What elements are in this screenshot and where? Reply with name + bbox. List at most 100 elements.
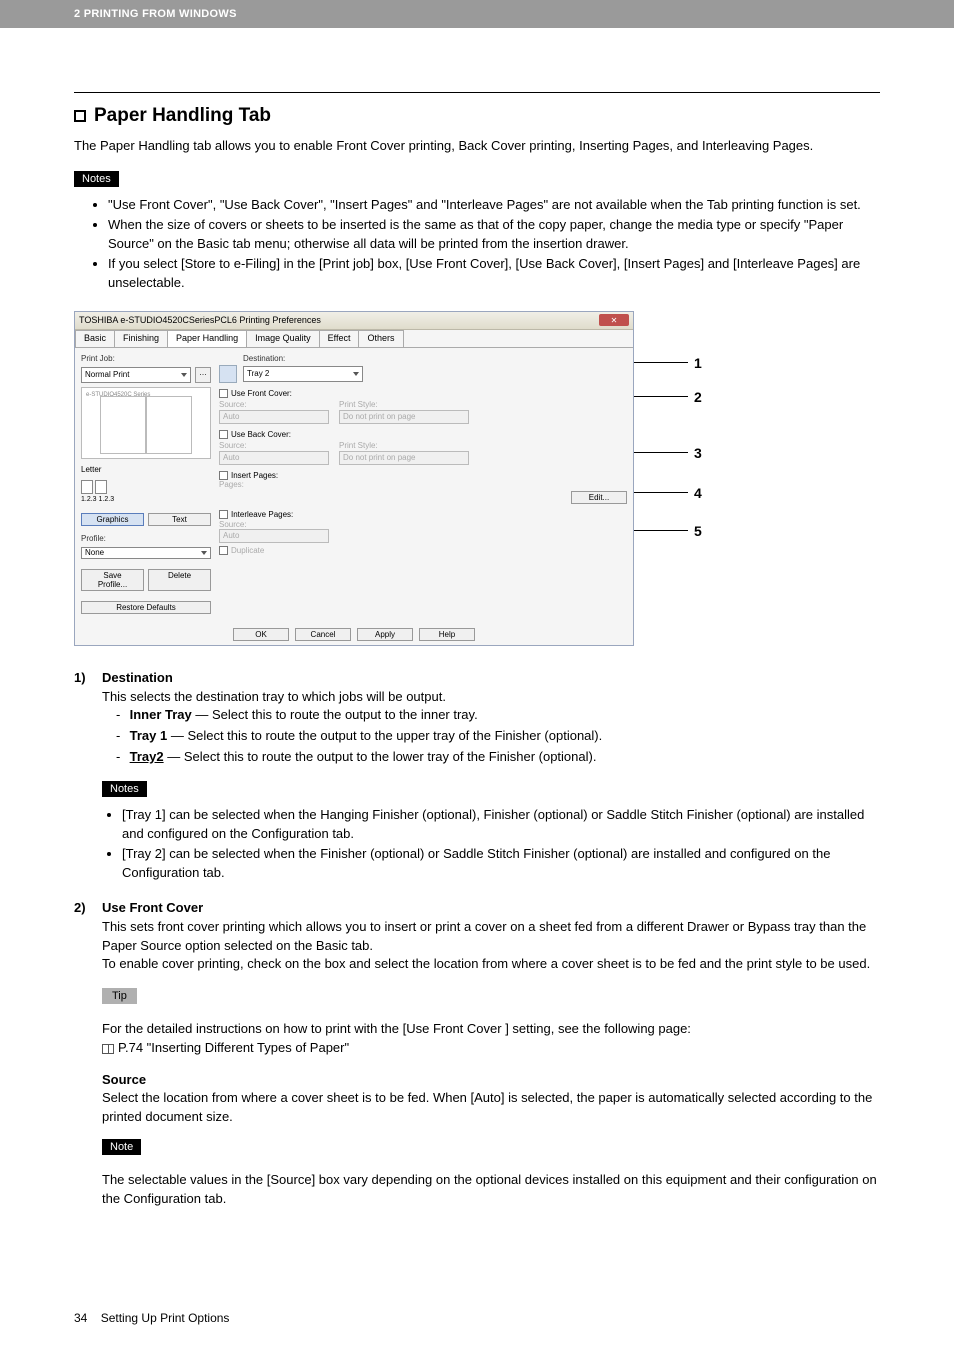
back-source-label: Source: (219, 441, 329, 450)
source-heading: Source (102, 1072, 880, 1087)
dialog-tabs: Basic Finishing Paper Handling Image Qua… (75, 330, 633, 348)
dialog-footer: OK Cancel Apply Help (75, 628, 633, 641)
profile-dropdown[interactable]: None (81, 547, 211, 559)
chapter-header-text: 2 PRINTING FROM WINDOWS (74, 8, 237, 20)
use-back-cover-group: Use Back Cover: Source: Auto Print Style… (219, 430, 627, 465)
note-item: [Tray 1] can be selected when the Hangin… (122, 805, 880, 844)
help-button[interactable]: Help (419, 628, 475, 641)
source-paragraph: Select the location from where a cover s… (102, 1089, 880, 1127)
print-job-label: Print Job: (81, 354, 211, 363)
front-source-label: Source: (219, 400, 329, 409)
front-cover-checkbox[interactable] (219, 389, 228, 398)
print-job-value: Normal Print (85, 370, 129, 379)
interleave-source-dropdown[interactable]: Auto (219, 529, 329, 543)
section-intro: The Paper Handling tab allows you to ena… (74, 137, 880, 155)
callout-5: 5 (694, 523, 702, 539)
tab-image-quality[interactable]: Image Quality (246, 330, 320, 347)
tip-line1: For the detailed instructions on how to … (102, 1020, 880, 1039)
option-tray2: - Tray2 — Select this to route the outpu… (116, 748, 880, 767)
destination-label: Destination: (243, 354, 627, 363)
profile-label: Profile: (81, 534, 211, 543)
page-icons-sub: 1.2.3 1.2.3 (81, 496, 211, 503)
chevron-down-icon (201, 551, 207, 555)
destination-dropdown[interactable]: Tray 2 (243, 366, 363, 382)
print-job-aux-button[interactable]: … (195, 367, 211, 383)
item-use-front-cover: 2) Use Front Cover This sets front cover… (74, 899, 880, 974)
dialog-title-text: TOSHIBA e-STUDIO4520CSeriesPCL6 Printing… (79, 315, 321, 325)
restore-defaults-button[interactable]: Restore Defaults (81, 601, 211, 614)
back-cover-checkbox[interactable] (219, 430, 228, 439)
item-term: Destination (102, 670, 173, 685)
delete-button[interactable]: Delete (148, 569, 211, 591)
note-item: [Tray 2] can be selected when the Finish… (122, 844, 880, 883)
interleave-source-label: Source: (219, 520, 247, 529)
notes-label: Notes (74, 171, 119, 187)
front-source-dropdown[interactable]: Auto (219, 410, 329, 424)
square-bullet-icon (74, 110, 86, 122)
page-icon (95, 480, 107, 494)
tab-others[interactable]: Others (358, 330, 403, 347)
graphics-button[interactable]: Graphics (81, 513, 144, 526)
insert-pages-checkbox[interactable] (219, 471, 228, 480)
item-term: Use Front Cover (102, 900, 203, 915)
text-button[interactable]: Text (148, 513, 211, 526)
section-heading: Paper Handling Tab (74, 105, 880, 127)
tip-label: Tip (102, 988, 137, 1004)
interleave-checkbox[interactable] (219, 510, 228, 519)
tab-basic[interactable]: Basic (75, 330, 115, 347)
back-source-dropdown[interactable]: Auto (219, 451, 329, 465)
interleave-title: Interleave Pages: (231, 510, 293, 519)
page-icons-row (81, 480, 211, 494)
note-label-3: Note (102, 1139, 141, 1155)
book-icon (102, 1044, 114, 1054)
tray2-link[interactable]: Tray2 (130, 749, 164, 764)
front-printstyle-label: Print Style: (339, 400, 469, 409)
note-item: If you select [Store to e-Filing] in the… (108, 254, 880, 293)
tab-finishing[interactable]: Finishing (114, 330, 168, 347)
chevron-down-icon (181, 373, 187, 377)
duplicate-checkbox[interactable] (219, 546, 228, 555)
callout-3: 3 (694, 445, 702, 461)
note-item: When the size of covers or sheets to be … (108, 215, 880, 254)
paper-size-label: Letter (81, 465, 211, 474)
back-printstyle-dropdown[interactable]: Do not print on page (339, 451, 469, 465)
front-printstyle-dropdown[interactable]: Do not print on page (339, 410, 469, 424)
back-cover-title: Use Back Cover: (231, 430, 291, 439)
duplicate-label: Duplicate (231, 546, 264, 555)
print-job-dropdown[interactable]: Normal Print (81, 367, 191, 383)
insert-pages-label: Pages: (219, 480, 627, 489)
tab-paper-handling[interactable]: Paper Handling (167, 330, 247, 347)
page-footer: 34 Setting Up Print Options (74, 1311, 229, 1325)
callout-1: 1 (694, 355, 702, 371)
tip-line2: P.74 "Inserting Different Types of Paper… (118, 1040, 349, 1055)
save-profile-button[interactable]: Save Profile... (81, 569, 144, 591)
printing-preferences-dialog: TOSHIBA e-STUDIO4520CSeriesPCL6 Printing… (74, 311, 634, 646)
dialog-titlebar: TOSHIBA e-STUDIO4520CSeriesPCL6 Printing… (75, 312, 633, 330)
cancel-button[interactable]: Cancel (295, 628, 351, 641)
item-p2: To enable cover printing, check on the b… (102, 956, 870, 971)
tray-icon (219, 365, 237, 383)
top-rule (74, 92, 880, 93)
item-number: 1) (74, 669, 86, 688)
chevron-down-icon (353, 372, 359, 376)
close-icon[interactable]: ✕ (599, 314, 629, 326)
profile-value: None (85, 548, 104, 557)
apply-button[interactable]: Apply (357, 628, 413, 641)
preview-area: e-STUDIO4520C Series (81, 387, 211, 459)
callout-4: 4 (694, 485, 702, 501)
note3-paragraph: The selectable values in the [Source] bo… (102, 1171, 880, 1209)
item-desc: This selects the destination tray to whi… (102, 689, 446, 704)
dialog-figure: TOSHIBA e-STUDIO4520CSeriesPCL6 Printing… (74, 311, 704, 651)
chapter-header: 2 PRINTING FROM WINDOWS (0, 0, 954, 28)
ok-button[interactable]: OK (233, 628, 289, 641)
option-tray1: - Tray 1 — Select this to route the outp… (116, 727, 880, 746)
callout-2: 2 (694, 389, 702, 405)
option-inner-tray: - Inner Tray — Select this to route the … (116, 706, 880, 725)
item-destination: 1) Destination This selects the destinat… (74, 669, 880, 767)
insert-edit-button[interactable]: Edit... (571, 491, 627, 504)
tab-effect[interactable]: Effect (319, 330, 360, 347)
insert-pages-group: Insert Pages: Pages: Edit... (219, 471, 627, 504)
item-number: 2) (74, 899, 86, 918)
notes-list-1: "Use Front Cover", "Use Back Cover", "In… (74, 195, 880, 293)
page-icon (81, 480, 93, 494)
